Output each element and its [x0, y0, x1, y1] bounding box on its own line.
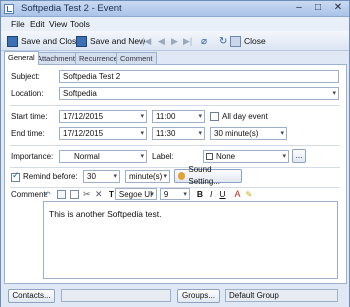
font-name-combo[interactable]: Segoe UI: [114, 188, 157, 200]
window-title: Softpedia Test 2 - Event: [21, 3, 122, 14]
comment-textarea[interactable]: This is another Softpedia test.: [43, 201, 338, 279]
bold-button[interactable]: B: [197, 189, 203, 199]
start-time-label: Start time:: [11, 112, 48, 121]
highlight-icon[interactable]: ✎: [246, 190, 253, 199]
subject-input[interactable]: Softpedia Test 2: [59, 70, 339, 83]
subject-label: Subject:: [11, 72, 40, 81]
divider: [10, 167, 340, 168]
copy-icon[interactable]: [70, 189, 79, 199]
font-icon: T: [109, 189, 114, 199]
attach-icon[interactable]: ⌀: [201, 34, 207, 48]
checkmark-icon: ✓: [12, 170, 20, 180]
event-window: Softpedia Test 2 - Event – □ ✕ File Edit…: [0, 0, 350, 307]
rich-text-toolbar: ↶ ✂ ✕ T Segoe UI 9 B I U A ✎: [43, 187, 338, 201]
save-new-button[interactable]: Save and New: [76, 34, 145, 48]
contacts-button[interactable]: Contacts...: [8, 289, 55, 303]
close-icon: [230, 35, 241, 47]
all-day-label: All day event: [222, 112, 268, 121]
sound-setting-button[interactable]: Sound Setting...: [174, 165, 242, 186]
title-bar: Softpedia Test 2 - Event – □ ✕: [1, 1, 349, 17]
calendar-app-icon: [4, 4, 14, 14]
refresh-icon[interactable]: ↻: [219, 34, 227, 48]
start-date-picker[interactable]: 17/12/2015: [59, 110, 147, 123]
menu-tools[interactable]: Tools: [70, 19, 90, 29]
label-more-button[interactable]: ...: [292, 149, 306, 163]
nav-first-icon[interactable]: |◀: [142, 34, 151, 48]
contacts-field[interactable]: [61, 289, 171, 302]
location-label: Location:: [11, 89, 44, 98]
minimize-button[interactable]: –: [291, 2, 307, 15]
italic-button[interactable]: I: [210, 189, 212, 199]
all-day-checkbox[interactable]: [210, 112, 219, 121]
label-color-swatch: [206, 153, 213, 160]
toolbar: Save and Close Save and New |◀ ◀ ▶ ▶| ⌀ …: [1, 31, 349, 51]
delete-icon[interactable]: ✕: [95, 189, 104, 200]
maximize-button[interactable]: □: [310, 2, 326, 15]
close-window-button[interactable]: ✕: [330, 2, 346, 15]
end-time-combo[interactable]: 11:30: [152, 127, 205, 140]
menu-edit[interactable]: Edit: [30, 19, 45, 29]
importance-label: Importance:: [11, 152, 54, 161]
label-label: Label:: [152, 152, 174, 161]
underline-button[interactable]: U: [219, 189, 225, 199]
divider: [10, 145, 340, 146]
menu-view[interactable]: View: [49, 19, 67, 29]
location-combo[interactable]: Softpedia: [59, 87, 339, 100]
importance-combo[interactable]: Normal: [59, 150, 147, 163]
bottom-bar: Contacts... Groups... Default Group: [1, 285, 349, 307]
start-time-combo[interactable]: 11:00: [152, 110, 205, 123]
groups-button[interactable]: Groups...: [177, 289, 220, 303]
font-size-combo[interactable]: 9: [159, 188, 190, 200]
groups-field[interactable]: Default Group: [225, 289, 338, 302]
remind-label: Remind before:: [23, 172, 78, 181]
menu-file[interactable]: File: [11, 19, 25, 29]
nav-prev-icon[interactable]: ◀: [158, 34, 165, 48]
cut-icon[interactable]: ✂: [83, 189, 92, 200]
close-button[interactable]: Close: [230, 34, 266, 48]
font-color-icon[interactable]: A: [235, 189, 241, 199]
tab-general[interactable]: General: [4, 51, 39, 65]
remind-unit-combo[interactable]: minute(s): [125, 170, 170, 183]
nav-last-icon[interactable]: ▶|: [183, 34, 192, 48]
save-close-button[interactable]: Save and Close: [7, 34, 81, 48]
divider: [10, 105, 340, 106]
label-combo[interactable]: None: [203, 150, 289, 163]
menu-bar: File Edit View Tools: [1, 17, 349, 31]
end-time-label: End time:: [11, 129, 45, 138]
undo-icon[interactable]: ↶: [44, 190, 53, 199]
paste-icon[interactable]: [57, 189, 66, 199]
end-date-picker[interactable]: 17/12/2015: [59, 127, 147, 140]
save-icon: [7, 35, 18, 47]
speaker-icon: [178, 172, 186, 180]
tab-strip: General Attachments Recurrence Comment: [1, 51, 349, 65]
save-new-icon: [76, 35, 87, 47]
nav-next-icon[interactable]: ▶: [171, 34, 178, 48]
remind-value-combo[interactable]: 30: [83, 170, 120, 183]
duration-combo[interactable]: 30 minute(s): [210, 127, 287, 140]
